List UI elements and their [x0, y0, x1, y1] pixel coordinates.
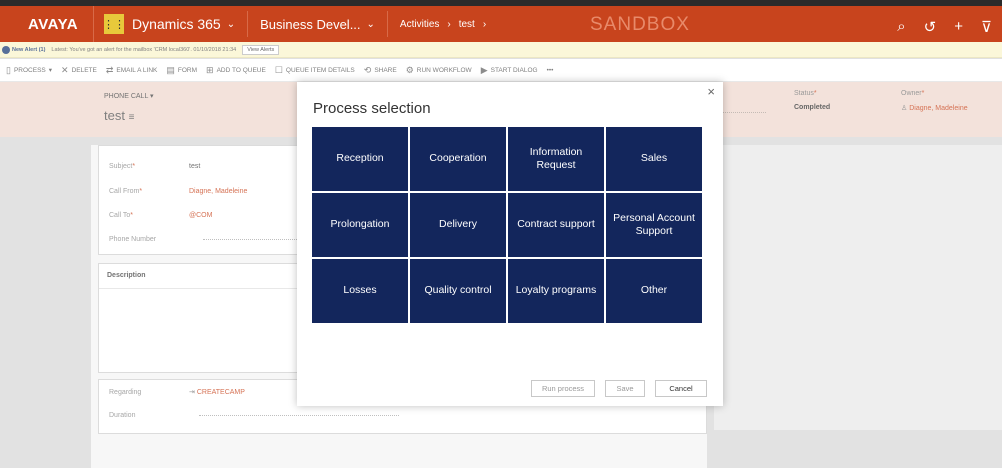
process-tile-prolongation[interactable]: Prolongation — [312, 193, 408, 257]
breadcrumb-activities[interactable]: Activities — [400, 19, 439, 30]
filter-icon[interactable]: ⊽ — [981, 18, 992, 36]
process-tile-cooperation[interactable]: Cooperation — [410, 127, 506, 191]
process-tile-contract-support[interactable]: Contract support — [508, 193, 604, 257]
avaya-logo[interactable]: AVAYA — [0, 6, 94, 42]
process-tile-personal-account-support[interactable]: Personal Account Support — [606, 193, 702, 257]
process-tile-sales[interactable]: Sales — [606, 127, 702, 191]
breadcrumb-record[interactable]: test — [459, 19, 475, 30]
app-name[interactable]: Dynamics 365 — [132, 16, 221, 32]
app-grid-icon[interactable]: ⋮⋮ — [103, 14, 125, 34]
history-icon[interactable]: ↺ — [924, 18, 937, 36]
save-button[interactable]: Save — [605, 380, 645, 397]
process-selection-dialog: Process selection × Reception Cooperatio… — [297, 82, 723, 406]
run-process-button[interactable]: Run process — [531, 380, 595, 397]
cancel-button[interactable]: Cancel — [655, 380, 707, 397]
area-selector[interactable]: Business Devel... — [260, 17, 360, 32]
process-tile-information-request[interactable]: Information Request — [508, 127, 604, 191]
breadcrumb-separator-icon: › — [447, 18, 451, 30]
nav-divider — [386, 11, 388, 37]
nav-divider — [247, 11, 249, 37]
close-icon[interactable]: × — [707, 84, 715, 99]
dialog-title: Process selection — [313, 100, 431, 117]
top-navigation-bar: AVAYA ⋮⋮ Dynamics 365 ⌄ Business Devel..… — [0, 0, 1002, 42]
dialog-buttons: Run process Save Cancel — [531, 380, 707, 397]
process-tile-other[interactable]: Other — [606, 259, 702, 323]
nav-icons: ⌕ ↺ + ⊽ — [897, 18, 992, 36]
plus-icon[interactable]: + — [954, 18, 963, 36]
process-tile-losses[interactable]: Losses — [312, 259, 408, 323]
sandbox-label: SANDBOX — [590, 14, 690, 35]
area-chevron-icon[interactable]: ⌄ — [367, 19, 375, 30]
breadcrumb-separator-icon: › — [482, 18, 487, 30]
process-tiles: Reception Cooperation Information Reques… — [312, 127, 706, 323]
process-tile-quality-control[interactable]: Quality control — [410, 259, 506, 323]
search-icon[interactable]: ⌕ — [897, 18, 905, 36]
process-tile-loyalty-programs[interactable]: Loyalty programs — [508, 259, 604, 323]
process-tile-reception[interactable]: Reception — [312, 127, 408, 191]
process-tile-delivery[interactable]: Delivery — [410, 193, 506, 257]
app-chevron-icon[interactable]: ⌄ — [227, 19, 235, 30]
